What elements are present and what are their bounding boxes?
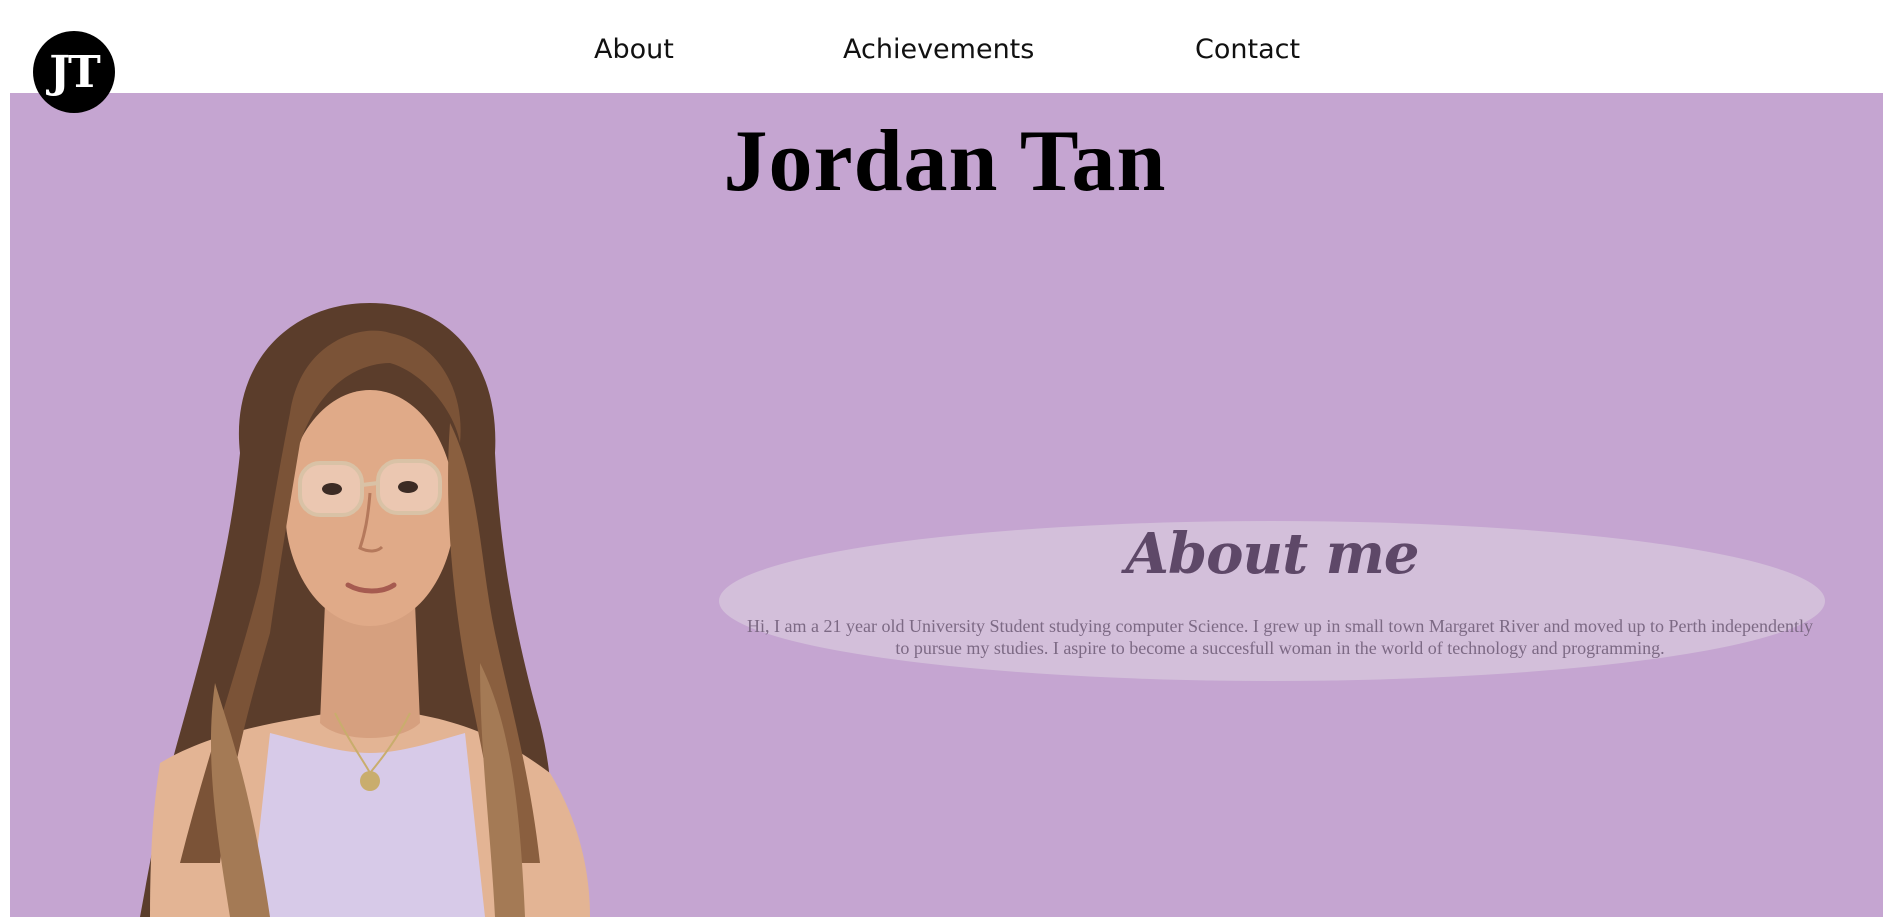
portrait-image	[140, 303, 590, 917]
site-header: About Achievements Contact	[0, 0, 1883, 93]
logo[interactable]: JT	[33, 31, 115, 113]
page-title: Jordan Tan	[723, 113, 1167, 210]
about-description: Hi, I am a 21 year old University Studen…	[747, 616, 1813, 658]
nav-link-achievements[interactable]: Achievements	[843, 34, 1034, 65]
portfolio-page: About Achievements Contact JT Jordan Tan	[0, 0, 1883, 917]
hero-section: Jordan Tan About me Hi, I am a 21 year o…	[10, 93, 1883, 917]
nav-link-about[interactable]: About	[594, 34, 674, 65]
nav-link-contact[interactable]: Contact	[1195, 34, 1300, 65]
about-heading: About me	[1125, 521, 1420, 587]
